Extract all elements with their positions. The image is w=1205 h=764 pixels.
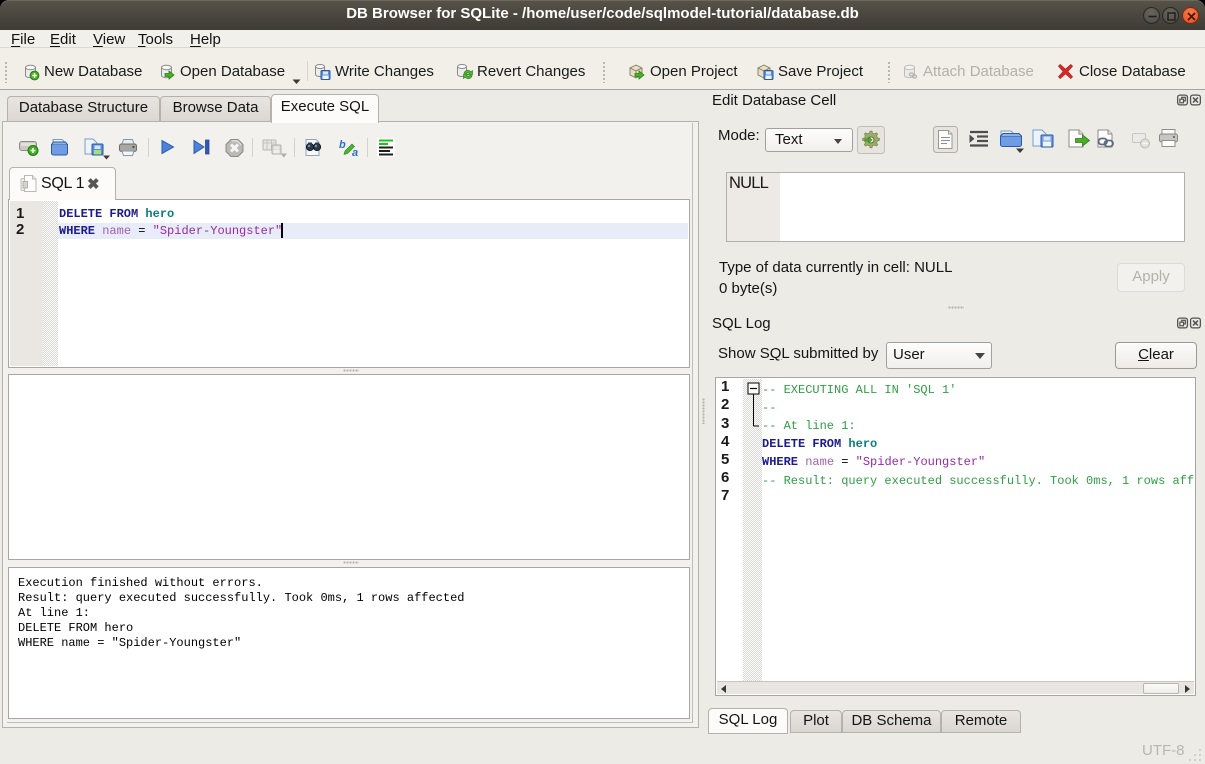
svg-text:a: a (352, 147, 358, 159)
svg-text:b: b (339, 139, 346, 151)
